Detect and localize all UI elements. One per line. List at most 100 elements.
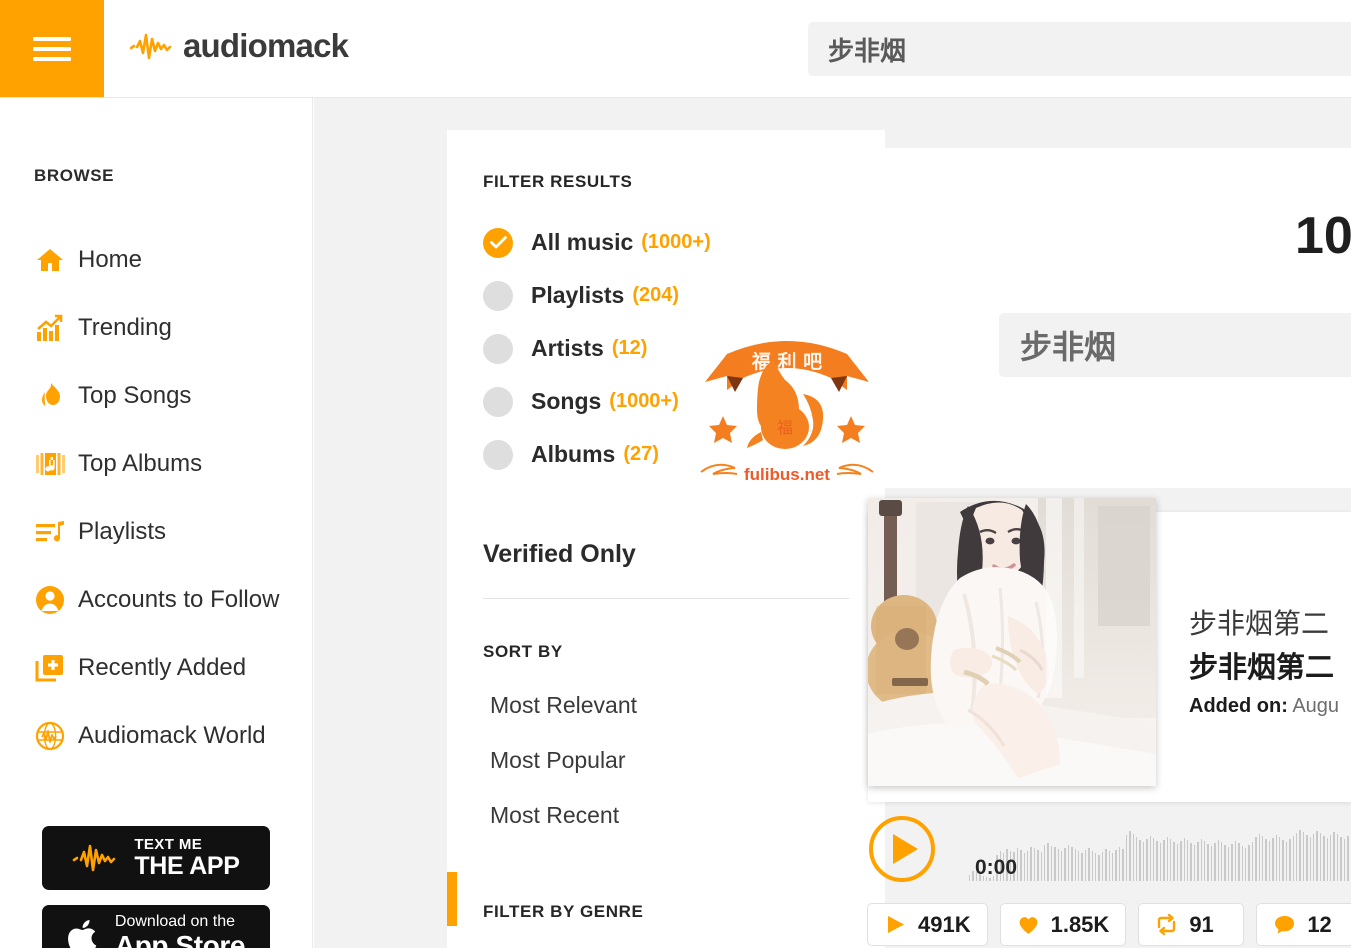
waveform-bar <box>1238 843 1240 881</box>
header-search-box[interactable] <box>808 22 1351 76</box>
waveform-bar <box>1047 843 1049 881</box>
sidebar-item-audiomack-world[interactable]: Audiomack World <box>0 702 312 770</box>
repost-icon <box>1155 913 1178 936</box>
waveform-bar <box>1033 848 1036 881</box>
song-stats-bar: 491K 1.85K 91 12 <box>867 903 1351 946</box>
sort-option-most-popular[interactable]: Most Popular <box>483 733 863 788</box>
sort-option-most-relevant[interactable]: Most Relevant <box>483 678 863 733</box>
app-download-buttons: TEXT ME THE APP Download on the App Stor… <box>42 826 270 948</box>
filter-option-count: (1000+) <box>609 390 679 412</box>
favorites-stat-chip[interactable]: 1.85K <box>999 903 1127 946</box>
waveform-bar <box>1258 834 1260 881</box>
waveform-bar <box>1268 841 1271 881</box>
filter-option-artists[interactable]: Artists (12) <box>483 322 863 375</box>
waveform-bar <box>1306 835 1308 881</box>
verified-only-toggle[interactable]: Verified Only <box>483 540 849 569</box>
sidebar-item-label: Audiomack World <box>78 722 266 749</box>
waveform-bar <box>1026 851 1029 881</box>
waveform-bar <box>1193 845 1196 881</box>
song-added-on: Added on: Augu <box>1189 695 1339 718</box>
filter-divider <box>483 598 849 599</box>
waveform-bar <box>1169 839 1172 881</box>
playlist-icon <box>33 515 67 549</box>
brand-logo-link[interactable]: audiomack <box>130 27 349 65</box>
added-on-value: Augu <box>1292 695 1340 717</box>
play-button[interactable] <box>869 816 935 882</box>
reposts-stat-chip[interactable]: 91 <box>1138 903 1245 946</box>
sidebar-item-playlists[interactable]: Playlists <box>0 498 312 566</box>
sidebar-item-top-songs[interactable]: Top Songs <box>0 362 312 430</box>
waveform-bar <box>1074 849 1076 881</box>
sidebar-item-recently-added[interactable]: Recently Added <box>0 634 312 702</box>
filter-options-list: All music (1000+) Playlists (204) Artist… <box>483 216 863 481</box>
sidebar-item-trending[interactable]: Trending <box>0 294 312 362</box>
comments-stat-chip[interactable]: 12 <box>1256 903 1351 946</box>
text-me-the-app-label: TEXT ME THE APP <box>134 836 240 879</box>
app-store-line1: Download on the <box>114 912 235 930</box>
waveform-bar <box>1020 850 1022 881</box>
waveform-bar <box>1115 850 1117 881</box>
waveform-bar <box>1217 840 1220 881</box>
waveform-bar <box>1030 847 1032 881</box>
search-input[interactable] <box>808 33 1351 65</box>
waveform-bar <box>1275 835 1277 881</box>
audiomack-waveform-logo-icon <box>130 33 172 60</box>
song-artist-name[interactable]: 步非烟第二 <box>1189 602 1339 642</box>
waveform-bar <box>1108 851 1111 881</box>
waveform-bar <box>1166 837 1168 881</box>
filter-option-count: (1000+) <box>641 231 711 253</box>
results-count-heading: 1000 <box>1295 207 1351 265</box>
app-store-button[interactable]: Download on the App Store <box>42 905 270 948</box>
waveform-bar <box>1149 836 1151 881</box>
waveform-bar <box>1296 833 1298 881</box>
song-title[interactable]: 步非烟第二 <box>1189 644 1339 686</box>
waveform-bar <box>1176 844 1179 881</box>
waveform-bar <box>1023 853 1025 881</box>
filter-option-albums[interactable]: Albums (27) <box>483 428 863 481</box>
waveform-bar <box>1200 839 1203 881</box>
radio-unchecked-icon <box>483 333 513 364</box>
waveform-bar <box>1302 832 1305 881</box>
sidebar-item-top-albums[interactable]: Top Albums <box>0 430 312 498</box>
waveform-bar <box>1278 837 1281 881</box>
waveform-bar <box>1139 840 1141 881</box>
sidebar-item-home[interactable]: Home <box>0 226 312 294</box>
waveform-bar <box>1105 849 1107 881</box>
active-sort-indicator <box>447 872 457 926</box>
waveform-bar <box>1330 835 1332 881</box>
sort-option-most-recent[interactable]: Most Recent <box>483 788 863 843</box>
waveform-bar <box>1204 841 1206 881</box>
sidebar-item-label: Trending <box>78 314 172 341</box>
results-search-term-box[interactable]: 步非烟 <box>999 313 1351 377</box>
radio-unchecked-icon <box>483 439 513 470</box>
filter-option-count: (27) <box>623 443 659 465</box>
plays-stat-chip[interactable]: 491K <box>867 903 988 946</box>
waveform-scrubber[interactable] <box>969 829 1351 881</box>
waveform-bar <box>1207 844 1209 881</box>
hamburger-menu-button[interactable] <box>0 0 104 98</box>
waveform-bar <box>1054 847 1056 881</box>
waveform-bar <box>1244 848 1247 881</box>
filter-option-playlists[interactable]: Playlists (204) <box>483 269 863 322</box>
comments-count: 12 <box>1307 911 1332 937</box>
filter-results-title: FILTER RESULTS <box>483 172 633 191</box>
text-me-line1: TEXT ME <box>134 836 203 853</box>
sidebar-item-label: Home <box>78 246 143 273</box>
comment-icon <box>1273 913 1296 936</box>
waveform-bar <box>1081 853 1083 881</box>
verified-only-label: Verified Only <box>483 540 636 568</box>
waveform-bar <box>1159 843 1162 881</box>
waveform-bar <box>1057 849 1059 881</box>
song-thumbnail[interactable] <box>868 498 1156 786</box>
filter-panel: FILTER RESULTS All music (1000+) Playlis… <box>447 130 885 948</box>
sidebar-item-accounts-to-follow[interactable]: Accounts to Follow <box>0 566 312 634</box>
filter-option-label: Albums <box>531 441 616 467</box>
album-music-icon <box>33 447 67 481</box>
filter-option-songs[interactable]: Songs (1000+) <box>483 375 863 428</box>
filter-option-all-music[interactable]: All music (1000+) <box>483 216 863 269</box>
waveform-bar <box>1309 837 1312 881</box>
text-me-the-app-button[interactable]: TEXT ME THE APP <box>42 826 270 890</box>
filter-option-label: Artists <box>531 335 604 361</box>
globe-waveform-icon <box>33 719 67 753</box>
waveform-bar <box>1313 834 1315 881</box>
